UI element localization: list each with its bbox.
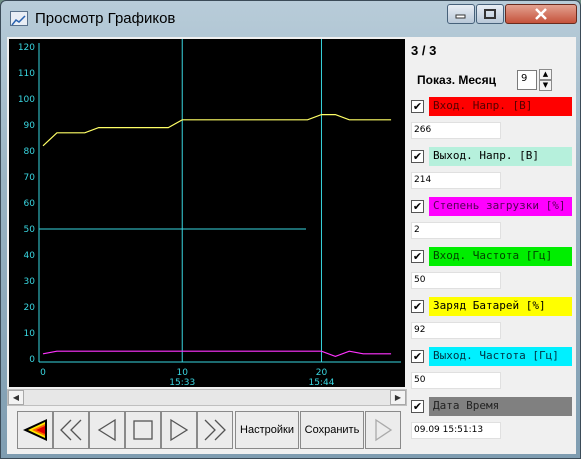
param-value: 266 [411,122,501,139]
param-checkbox[interactable]: ✔ [411,200,424,213]
color-triangle-button[interactable] [17,411,53,449]
scroll-left-button[interactable]: ◀ [8,390,24,405]
y-tick-label: 10 [24,329,36,339]
play-triangle-icon [375,418,393,442]
minimize-button[interactable] [447,4,475,24]
scroll-right-button[interactable]: ▶ [390,390,406,405]
param-label: Дата Время [429,397,572,416]
param-value: 09.09 15:51:13 [411,422,501,439]
y-tick-label: 30 [24,277,36,287]
param-checkbox[interactable]: ✔ [411,150,424,163]
y-tick-label: 70 [24,173,36,183]
horizontal-scrollbar[interactable]: ◀ ▶ [7,389,407,406]
scroll-right-icon: ▶ [394,393,402,402]
stop-square-icon [133,420,153,440]
month-spinner[interactable]: ▲ ▼ [539,69,552,92]
spin-up-icon: ▲ [542,70,549,78]
spin-up-button[interactable]: ▲ [539,69,552,80]
param-row: ✔ Выход. Напр. [В] 214 [411,147,574,195]
y-tick-label: 0 [29,355,35,365]
param-label: Вход. Напр. [В] [429,97,572,116]
last-page-button[interactable] [197,411,233,449]
param-value: 50 [411,272,501,289]
param-checkbox[interactable]: ✔ [411,250,424,263]
y-tick-label: 120 [18,43,35,53]
series-line [42,113,392,147]
param-value: 50 [411,372,501,389]
month-input[interactable]: 9 [517,70,537,90]
x-tick-label: 10 [177,368,189,378]
param-row: ✔ Вход. Частота [Гц] 50 [411,247,574,295]
spin-down-icon: ▼ [542,81,549,89]
param-row: ✔ Степень загрузки [%] 2 [411,197,574,245]
double-left-icon [60,419,82,441]
minimize-icon [455,14,466,19]
month-label: Показ. Месяц [417,73,496,87]
param-checkbox[interactable]: ✔ [411,100,424,113]
play-button[interactable] [365,411,401,449]
save-button[interactable]: Сохранить [300,411,364,449]
x-tick-label: 0 [40,368,46,378]
param-value: 2 [411,222,501,239]
color-triangle-icon [23,419,47,441]
param-label: Вход. Частота [Гц] [429,247,572,266]
maximize-button[interactable] [476,4,504,24]
scroll-left-icon: ◀ [12,393,20,402]
close-icon [535,8,547,20]
x-tick-label: 20 [316,368,328,378]
spin-down-button[interactable]: ▼ [539,80,552,91]
param-checkbox[interactable]: ✔ [411,300,424,313]
series-line [42,350,392,358]
param-label: Заряд Батарей [%] [429,297,572,316]
y-tick-label: 50 [24,225,36,235]
toolbar: Настройки Сохранить [7,408,409,452]
param-label: Выход. Частота [Гц] [429,347,572,366]
param-checkbox[interactable]: ✔ [411,350,424,363]
right-triangle-icon [170,418,189,442]
prev-button[interactable] [89,411,125,449]
y-tick-label: 60 [24,199,36,209]
double-right-icon [204,419,226,441]
page-indicator: 3 / 3 [411,43,437,58]
y-tick-label: 80 [24,147,36,157]
y-tick-label: 90 [24,121,36,131]
x-tick-time-label: 15:33 [169,378,195,387]
param-checkbox[interactable]: ✔ [411,400,424,413]
param-row: ✔ Дата Время 09.09 15:51:13 [411,397,574,445]
param-value: 214 [411,172,501,189]
y-tick-label: 40 [24,251,36,261]
close-button[interactable] [505,4,577,24]
app-window: Просмотр Графиков 0 10 20 30 40 50 60 70 80 90 100… [0,0,581,459]
maximize-icon [484,9,496,19]
y-tick-label: 100 [18,95,35,105]
param-value: 92 [411,322,501,339]
y-tick-label: 110 [18,69,35,79]
param-row: ✔ Вход. Напр. [В] 266 [411,97,574,145]
param-row: ✔ Заряд Батарей [%] 92 [411,297,574,345]
x-tick-time-label: 15:44 [308,378,334,387]
param-label: Степень загрузки [%] [429,197,572,216]
stop-button[interactable] [125,411,161,449]
left-triangle-icon [97,418,116,442]
first-page-button[interactable] [53,411,89,449]
settings-button[interactable]: Настройки [235,411,299,449]
chart-app-icon [10,11,28,26]
next-button[interactable] [161,411,197,449]
window-title: Просмотр Графиков [35,10,176,27]
param-label: Выход. Напр. [В] [429,147,572,166]
chart-area: 0 10 20 30 40 50 60 70 80 90 100 110 120 0 10 15:33 20 15… [9,39,405,387]
line-chart: 01020304050607080901001101200 1015:332015… [18,39,401,387]
y-tick-label: 20 [24,303,36,313]
parameters-panel: 3 / 3 Показ. Месяц 9 ▲ ▼ ✔ Вход. Напр. [В… [407,37,576,454]
title-bar[interactable]: Просмотр Графиков [1,1,580,37]
client-area: 0 10 20 30 40 50 60 70 80 90 100 110 120 0 10 15:33 20 15… [7,37,576,454]
param-row: ✔ Выход. Частота [Гц] 50 [411,347,574,395]
